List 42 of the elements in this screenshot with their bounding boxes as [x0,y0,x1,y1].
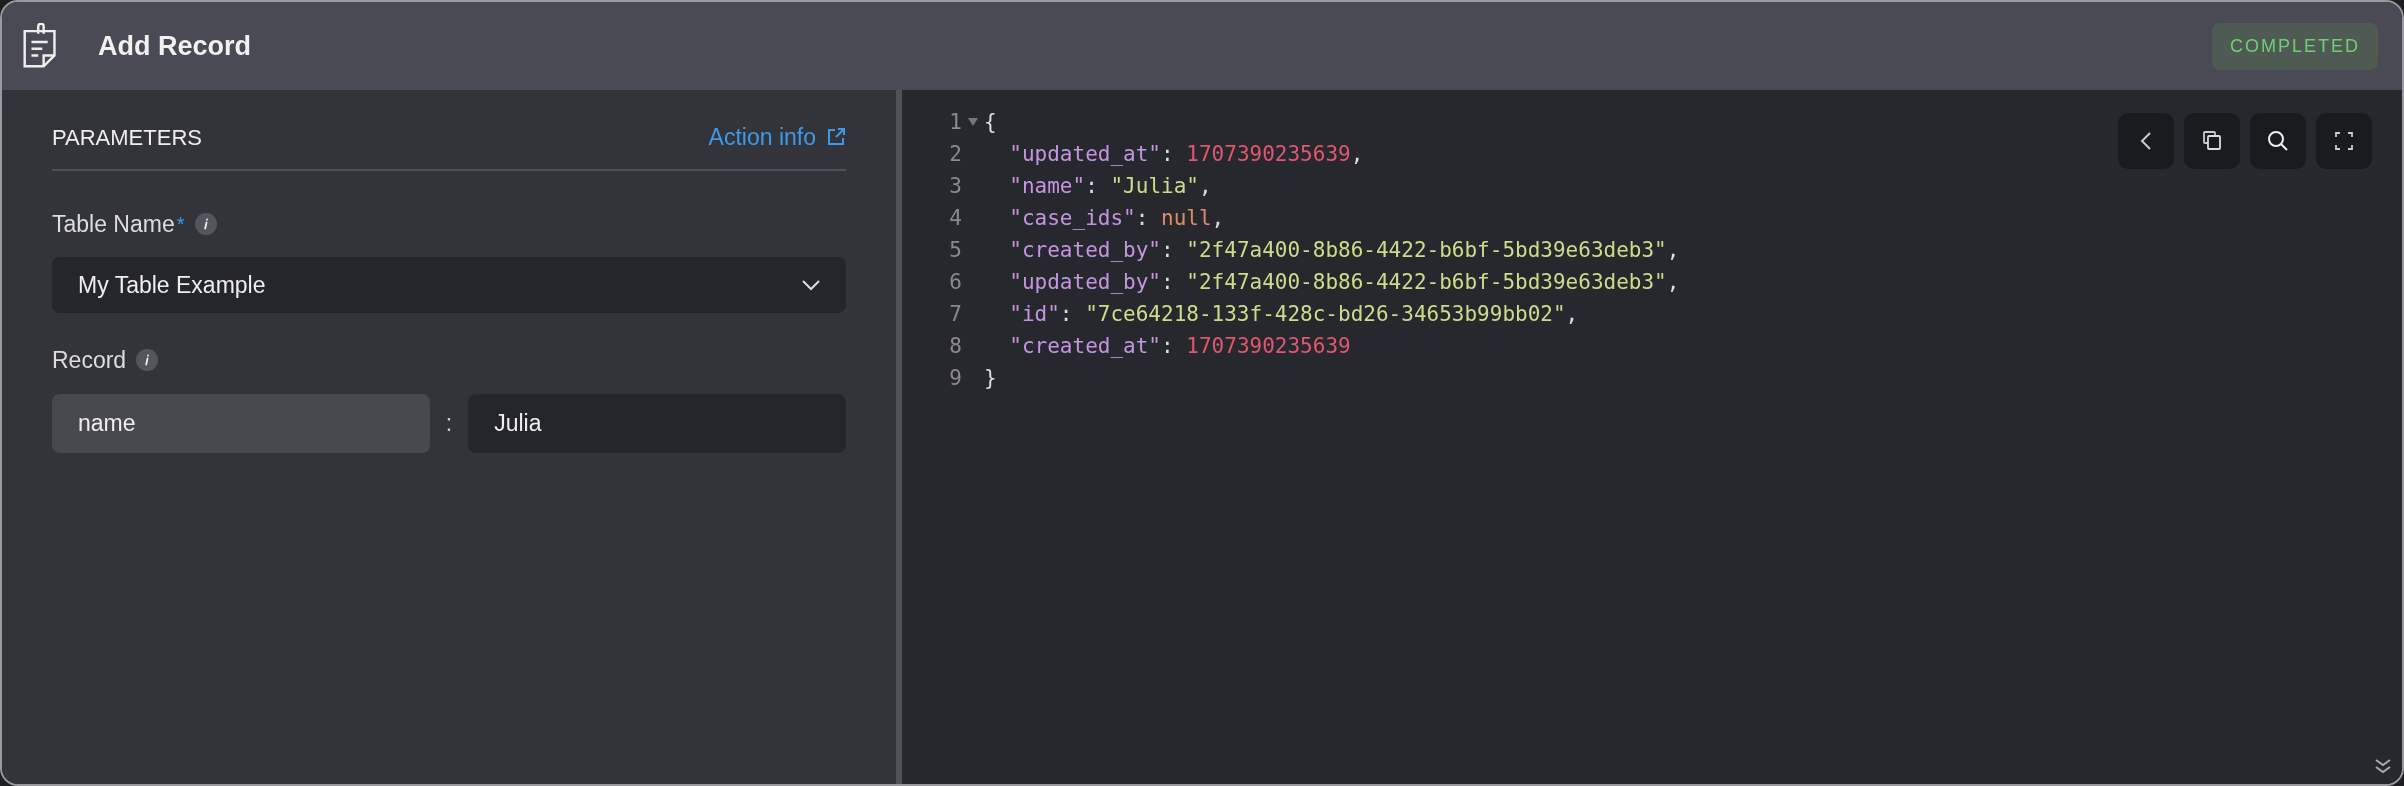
action-info-link[interactable]: Action info [708,120,846,155]
value-field[interactable]: Julia [468,393,846,453]
line-number: 8 [948,333,962,360]
line-number: 3 [948,173,962,200]
code-line: "name": "Julia", [1008,173,1212,200]
double-chevron-down-icon[interactable] [2374,758,2392,774]
code-line: "created_at": 1707390235639 [1008,333,1351,360]
line-number: 4 [948,205,962,232]
search-button[interactable] [2250,113,2306,169]
code-line: "id": "7ce64218-133f-428c-bd26-34653b99bb02", [1008,301,1579,328]
fullscreen-button[interactable] [2316,113,2372,169]
copy-button[interactable] [2184,113,2240,169]
fold-arrow-icon[interactable] [968,118,978,126]
code-line: "case_ids": null, [1008,205,1225,232]
required-mark: * [176,211,185,237]
line-number: 5 [948,237,962,264]
copy-icon [2200,129,2224,153]
status-badge: COMPLETED [2211,22,2378,70]
code-line: { [984,109,997,136]
line-number: 1 [948,109,962,136]
line-number: 7 [948,301,962,328]
line-number: 9 [948,365,962,392]
field-label: Record [52,346,127,375]
code-line: "created_by": "2f47a400-8b86-4422-b6bf-5bd39e63deb3", [1008,237,1680,264]
key-field[interactable]: name [52,393,430,453]
line-number: 2 [948,141,962,168]
search-icon [2266,129,2290,153]
code-line: "updated_by": "2f47a400-8b86-4422-b6bf-5bd39e63deb3", [1008,269,1680,296]
field-label: Table Name [52,209,175,239]
info-icon[interactable] [194,212,217,235]
external-link-icon [826,127,846,148]
separator: : [445,408,453,438]
window-title: Add Record [98,29,251,63]
code-line: "updated_at": 1707390235639, [1008,141,1364,168]
fullscreen-icon [2332,129,2356,153]
code-line: } [984,365,997,392]
section-heading: PARAMETERS [52,123,202,152]
line-number: 6 [948,269,962,296]
table-select[interactable]: My Table Example [52,257,846,313]
chevron-left-icon [2140,131,2152,151]
info-icon[interactable] [136,349,159,372]
chevron-down-icon [802,279,820,291]
